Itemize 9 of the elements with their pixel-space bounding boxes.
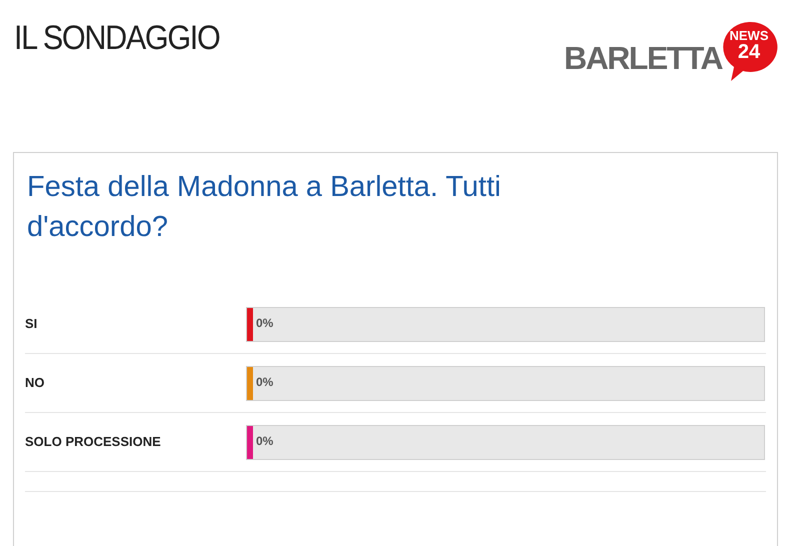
option-label: SI <box>25 315 38 334</box>
site-logo: BARLETTA NEWS 24 <box>564 20 778 82</box>
page-title: IL SONDAGGIO <box>14 18 220 59</box>
option-label: SOLO PROCESSIONE <box>25 433 162 452</box>
result-percent: 0% <box>256 376 274 388</box>
result-percent: 0% <box>256 316 274 328</box>
result-percent: 0% <box>256 434 274 446</box>
poll-question: Festa della Madonna a Barletta. Tutti d'accordo? <box>26 170 502 245</box>
option-label: NO <box>25 374 46 392</box>
